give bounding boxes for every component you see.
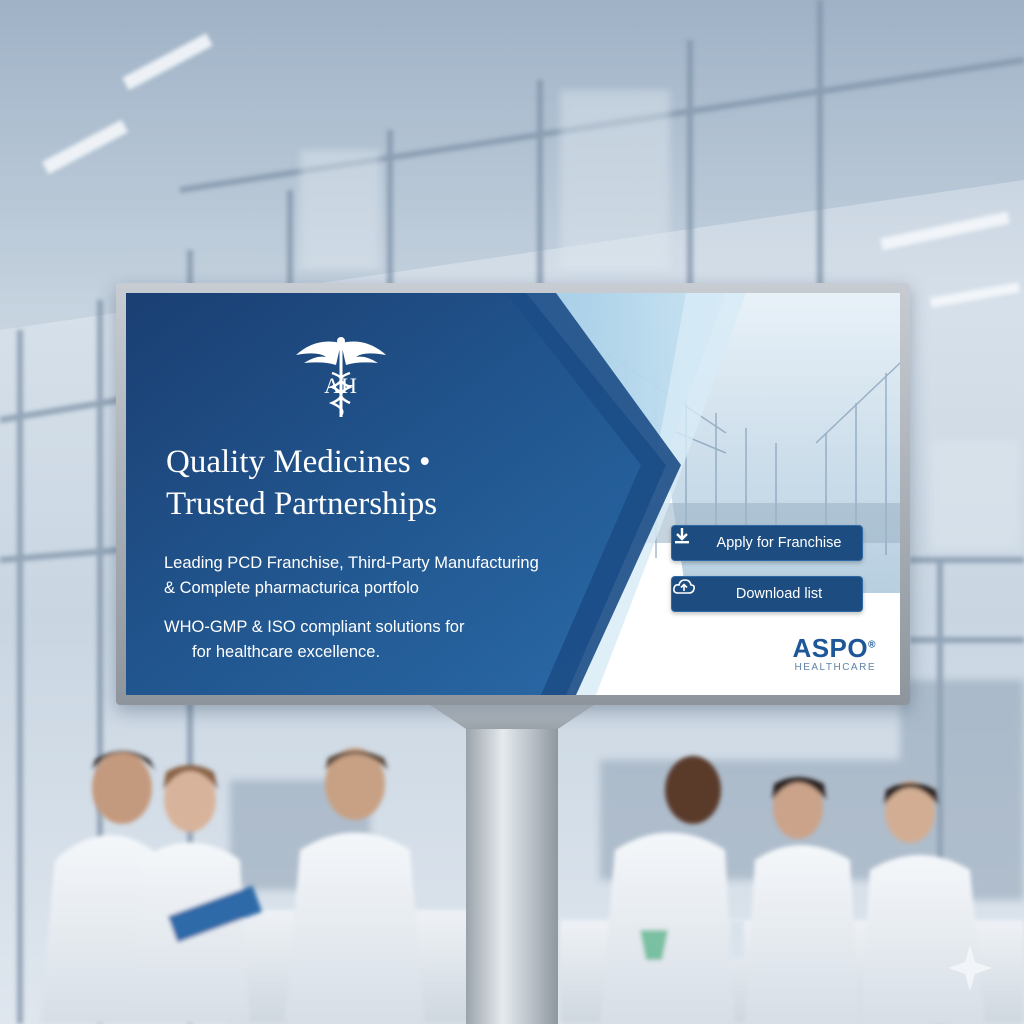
apply-franchise-label: Apply for Franchise [716, 535, 842, 551]
compliance-line-1: WHO-GMP & ISO compliant solutions for [164, 618, 465, 636]
lab-background: AH Quality Medicines • Trusted Partnersh… [0, 0, 1024, 1024]
billboard-pole [466, 705, 558, 1024]
headline: Quality Medicines • Trusted Partnerships [166, 441, 586, 525]
brand-logo: ASPO® HEALTHCARE [766, 633, 876, 673]
apply-franchise-button[interactable]: Apply for Franchise [671, 525, 863, 561]
compliance-text: WHO-GMP & ISO compliant solutions for fo… [164, 615, 604, 665]
logo-initials: AH [324, 373, 358, 398]
registered-mark: ® [868, 639, 876, 651]
cloud-upload-icon [672, 577, 706, 611]
headline-line-2: Trusted Partnerships [166, 486, 438, 522]
billboard-frame: AH Quality Medicines • Trusted Partnersh… [116, 283, 910, 705]
subtitle-line-1: Leading PCD Franchise, Third-Party Manuf… [164, 554, 539, 572]
download-list-label: Download list [735, 586, 823, 602]
caduceus-logo: AH [286, 333, 396, 423]
download-icon [672, 526, 706, 560]
brand-tagline: HEALTHCARE [794, 662, 876, 673]
brand-name: ASPO® [792, 633, 876, 663]
subtitle: Leading PCD Franchise, Third-Party Manuf… [164, 551, 604, 601]
compliance-line-2: for healthcare excellence. [192, 643, 381, 661]
ceiling [0, 0, 1024, 330]
billboard-panel: AH Quality Medicines • Trusted Partnersh… [126, 293, 900, 695]
download-list-button[interactable]: Download list [671, 576, 863, 612]
subtitle-line-2: & Complete pharmacturica portfolo [164, 579, 419, 597]
headline-line-1: Quality Medicines • [166, 444, 431, 480]
